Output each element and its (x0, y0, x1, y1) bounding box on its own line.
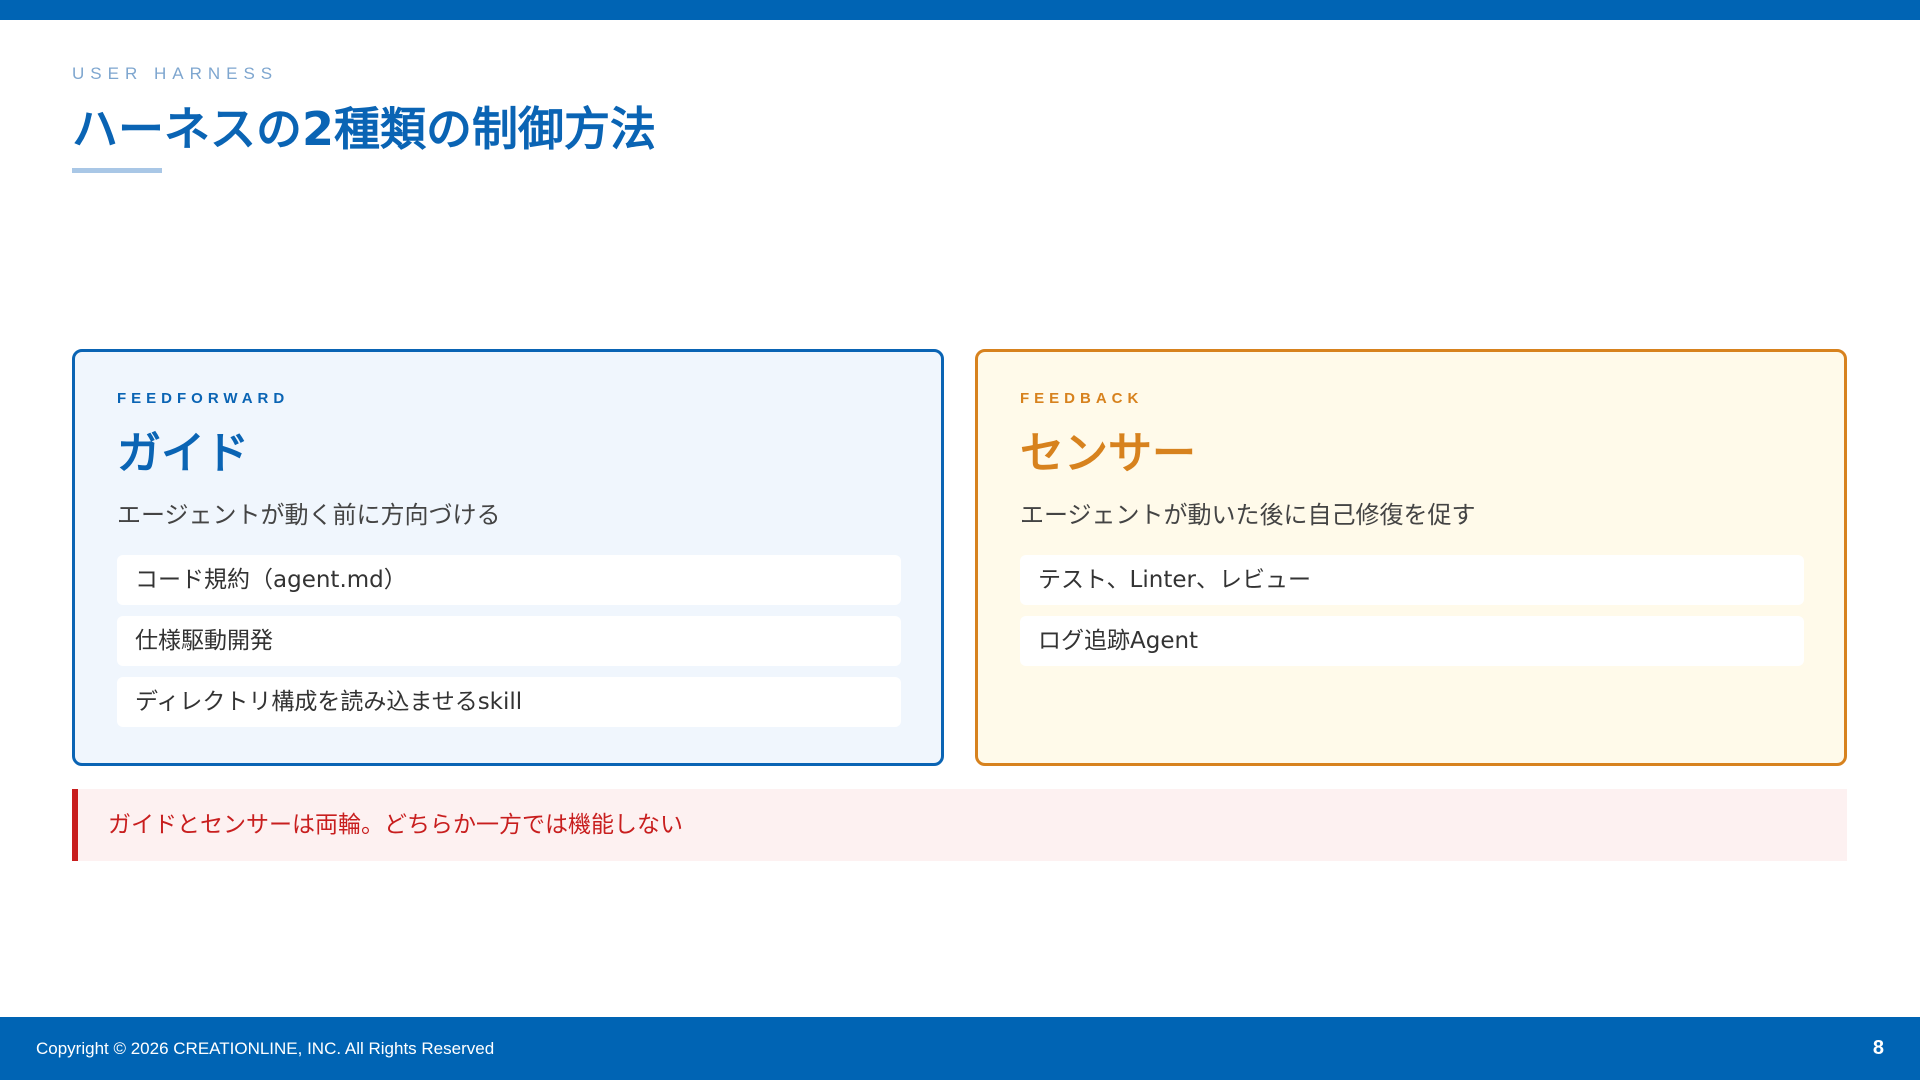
feedforward-description: エージェントが動く前に方向づける (117, 501, 501, 529)
footer-copyright: Copyright © 2026 CREATIONLINE, INC. All … (36, 1039, 495, 1058)
list-item: ディレクトリ構成を読み込ませるskill (117, 677, 901, 727)
feedforward-title: ガイド (117, 428, 249, 479)
feedforward-eyebrow: FEEDFORWARD (117, 390, 290, 407)
list-item: ログ追跡Agent (1020, 616, 1804, 666)
feedforward-list: コード規約（agent.md） 仕様駆動開発 ディレクトリ構成を読み込ませるsk… (117, 555, 901, 738)
page-title: ハーネスの2種類の制御方法 (72, 102, 657, 156)
feedback-list: テスト、Linter、レビュー ログ追跡Agent (1020, 555, 1804, 677)
callout-box: ガイドとセンサーは両輪。どちらか一方では機能しない (72, 789, 1847, 861)
list-item: テスト、Linter、レビュー (1020, 555, 1804, 605)
feedback-title: センサー (1020, 428, 1196, 479)
list-item: 仕様駆動開発 (117, 616, 901, 666)
section-eyebrow: USER HARNESS (72, 64, 279, 83)
footer-bar: Copyright © 2026 CREATIONLINE, INC. All … (0, 1017, 1920, 1080)
page-number: 8 (1872, 1037, 1884, 1059)
top-accent-bar (0, 0, 1920, 20)
feedback-description: エージェントが動いた後に自己修復を促す (1020, 501, 1476, 529)
feedback-card: FEEDBACK センサー エージェントが動いた後に自己修復を促す テスト、Li… (975, 349, 1847, 766)
list-item: コード規約（agent.md） (117, 555, 901, 605)
feedback-eyebrow: FEEDBACK (1020, 390, 1144, 407)
title-underline (72, 168, 162, 173)
callout-text: ガイドとセンサーは両輪。どちらか一方では機能しない (108, 812, 683, 838)
feedforward-card: FEEDFORWARD ガイド エージェントが動く前に方向づける コード規約（a… (72, 349, 944, 766)
